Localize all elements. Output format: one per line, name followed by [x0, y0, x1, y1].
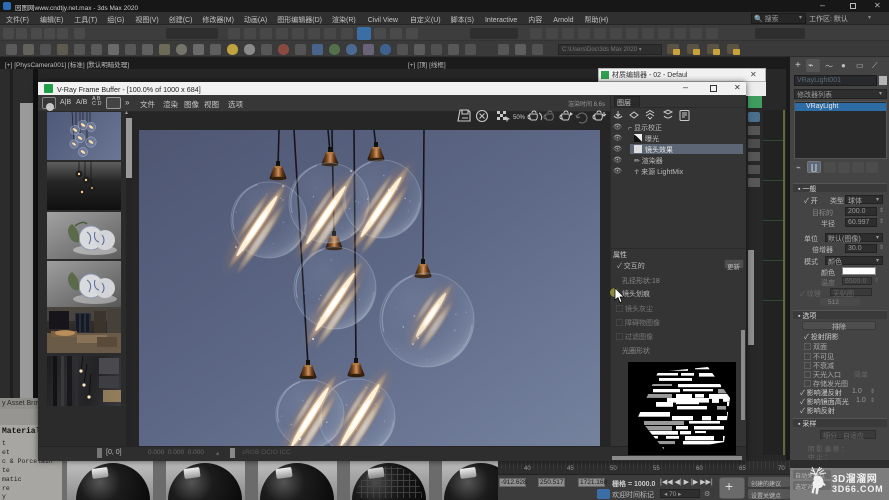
svg-text:50%: 50%: [513, 115, 526, 121]
